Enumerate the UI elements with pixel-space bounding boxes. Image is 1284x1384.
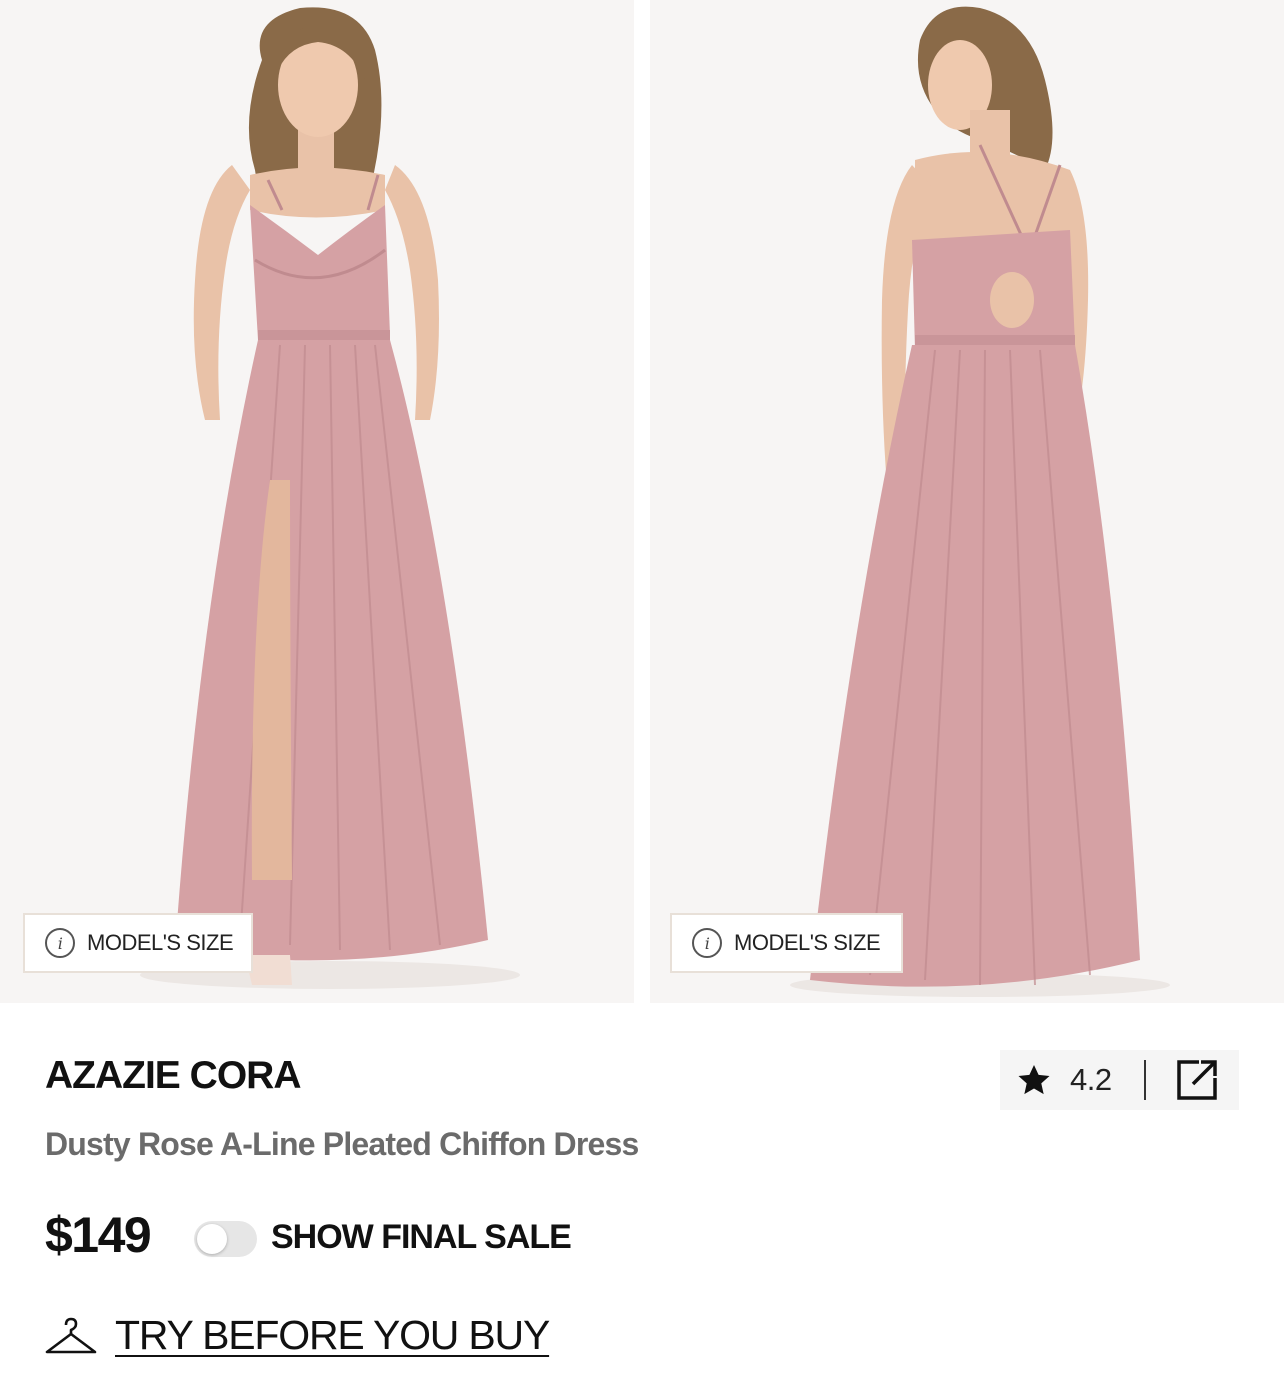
product-brand-title: AZAZIE CORA <box>45 1054 301 1097</box>
dress-front-illustration <box>140 7 520 989</box>
final-sale-toggle[interactable] <box>194 1221 257 1257</box>
toggle-knob <box>197 1224 227 1254</box>
model-size-button-back[interactable]: i MODEL'S SIZE <box>670 913 903 973</box>
info-icon: i <box>45 928 75 958</box>
model-size-label: MODEL'S SIZE <box>87 930 234 955</box>
product-gallery: i MODEL'S SIZE i MODEL'S SIZE <box>0 0 1284 1010</box>
rating-share-box: 4.2 <box>1000 1050 1239 1110</box>
try-before-you-buy-link[interactable]: TRY BEFORE YOU BUY <box>45 1312 550 1359</box>
dress-back-illustration <box>790 6 1170 997</box>
model-size-button-front[interactable]: i MODEL'S SIZE <box>23 913 253 973</box>
product-price: $149 <box>45 1207 152 1263</box>
rating-value[interactable]: 4.2 <box>1070 1062 1112 1098</box>
product-image-back[interactable]: i MODEL'S SIZE <box>650 0 1284 1003</box>
model-size-label: MODEL'S SIZE <box>734 930 881 955</box>
final-sale-label: SHOW FINAL SALE <box>271 1218 572 1256</box>
product-image-front[interactable]: i MODEL'S SIZE <box>0 0 634 1003</box>
star-icon <box>1014 1060 1054 1100</box>
info-icon: i <box>692 928 722 958</box>
share-icon[interactable] <box>1174 1057 1220 1103</box>
product-subtitle: Dusty Rose A-Line Pleated Chiffon Dress <box>45 1126 639 1162</box>
rating-divider <box>1143 1060 1146 1100</box>
hanger-icon <box>45 1316 97 1356</box>
try-before-you-buy-label: TRY BEFORE YOU BUY <box>115 1312 550 1358</box>
